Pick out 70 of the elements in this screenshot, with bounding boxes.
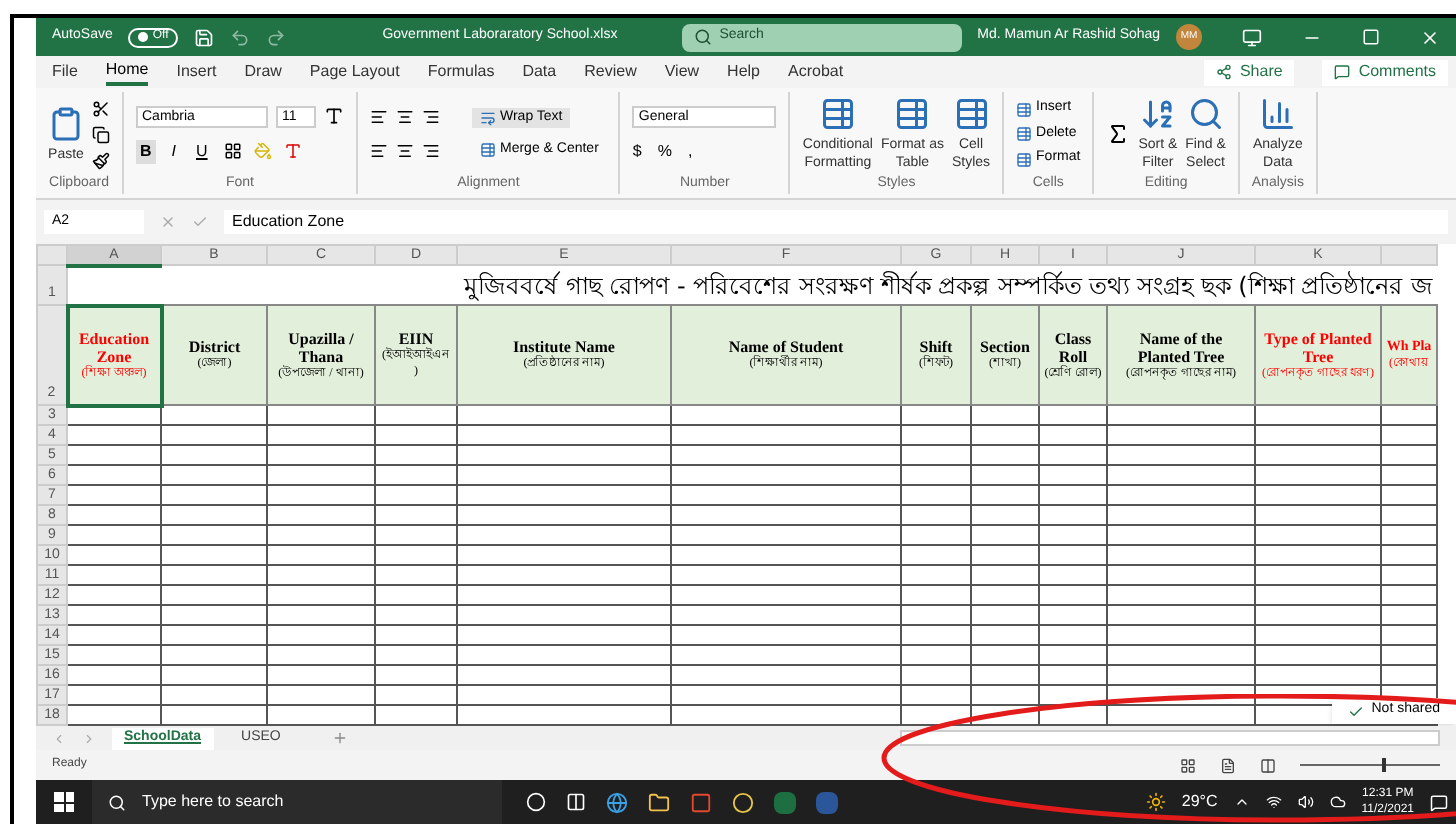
- align-bottom-icon[interactable]: [422, 108, 440, 127]
- font-style-button[interactable]: B: [136, 139, 156, 163]
- table-icon: [1016, 151, 1033, 167]
- wifi-icon[interactable]: [1265, 794, 1282, 810]
- align-top-icon[interactable]: [370, 108, 388, 127]
- borders-icon[interactable]: [223, 142, 242, 160]
- number-style-button[interactable]: %: [657, 139, 672, 163]
- taskbar-search-field[interactable]: Type here to search: [92, 780, 502, 824]
- ribbon-tab[interactable]: Formulas: [427, 58, 495, 86]
- check-icon: [1347, 703, 1364, 719]
- ribbon-tab[interactable]: Review: [584, 58, 637, 86]
- search-icon: [693, 28, 712, 46]
- number-style-button[interactable]: $: [632, 139, 642, 163]
- comment-icon: [1334, 64, 1351, 80]
- ribbon-display-icon[interactable]: [1242, 27, 1263, 47]
- share-icon: [1215, 64, 1232, 80]
- maximize-icon[interactable]: [1362, 28, 1381, 46]
- cut-icon[interactable]: [92, 99, 110, 117]
- format-painter-icon[interactable]: [92, 151, 110, 169]
- ribbon-tab[interactable]: Help: [727, 58, 760, 86]
- close-icon[interactable]: [1420, 27, 1440, 47]
- sum-icon[interactable]: [1106, 122, 1131, 146]
- copy-icon[interactable]: [92, 125, 110, 143]
- table-icon: [894, 96, 931, 132]
- font-color-icon[interactable]: [283, 142, 302, 160]
- table-icon: [1016, 126, 1033, 142]
- formula-field[interactable]: Education Zone: [224, 210, 1448, 234]
- ribbon-tab[interactable]: Page Layout: [309, 58, 400, 86]
- ribbon-tab[interactable]: Insert: [176, 58, 217, 86]
- ribbon-tab[interactable]: File: [52, 58, 78, 86]
- temperature: 29°C: [1181, 790, 1218, 814]
- volume-icon[interactable]: [1297, 794, 1314, 810]
- search-icon: [108, 793, 126, 811]
- table-icon: [819, 96, 856, 132]
- font-style-button[interactable]: U: [192, 139, 212, 163]
- share-button[interactable]: Share: [1203, 59, 1295, 85]
- ribbon-tab[interactable]: View: [664, 58, 700, 86]
- ribbon-tab[interactable]: Data: [522, 58, 557, 86]
- align-right-icon[interactable]: [422, 141, 440, 160]
- page-break-icon[interactable]: [1260, 757, 1276, 773]
- font-style-button[interactable]: I: [167, 139, 181, 163]
- notifications-icon[interactable]: [1430, 793, 1448, 811]
- cloud-icon[interactable]: [1329, 794, 1346, 810]
- fill-color-icon[interactable]: [253, 142, 272, 160]
- zoom-slider-thumb[interactable]: [1381, 758, 1386, 772]
- tray-icon[interactable]: [1233, 794, 1250, 810]
- normal-view-icon[interactable]: [1180, 757, 1196, 773]
- table-icon: [1016, 101, 1033, 117]
- sheet-title: মুজিববর্ষে গাছ রোপণ - পরিবেশের সংরক্ষণ শীর্ষক প্রকল্প সম্পর্কিত তথ্য সংগ্রহ ছক (শিক্ষা প্রতিষ্ঠানের জ: [464, 269, 1435, 303]
- table-icon: [953, 96, 989, 132]
- browser-icon[interactable]: [606, 791, 628, 813]
- align-middle-icon[interactable]: [396, 108, 414, 127]
- ribbon-tab[interactable]: Draw: [244, 58, 282, 86]
- align-left-icon[interactable]: [370, 141, 388, 160]
- wrap-text-icon: [480, 109, 496, 126]
- number-style-button[interactable]: ,: [688, 139, 693, 163]
- sort-icon: [1139, 96, 1176, 132]
- folder-icon[interactable]: [648, 791, 670, 813]
- clipboard-icon: [48, 105, 84, 141]
- horizontal-scrollbar[interactable]: [900, 730, 1440, 746]
- save-icon[interactable]: [194, 27, 215, 47]
- align-center-icon[interactable]: [396, 141, 414, 160]
- bar-chart-icon: [1259, 96, 1296, 132]
- ribbon-tab[interactable]: Acrobat: [788, 58, 844, 86]
- weather-icon[interactable]: [1145, 792, 1166, 812]
- page-layout-icon[interactable]: [1220, 757, 1236, 773]
- task-view-icon[interactable]: [566, 792, 586, 812]
- font-size-icon[interactable]: [324, 105, 344, 125]
- search-icon: [1187, 96, 1224, 132]
- comments-button[interactable]: Comments: [1322, 59, 1448, 85]
